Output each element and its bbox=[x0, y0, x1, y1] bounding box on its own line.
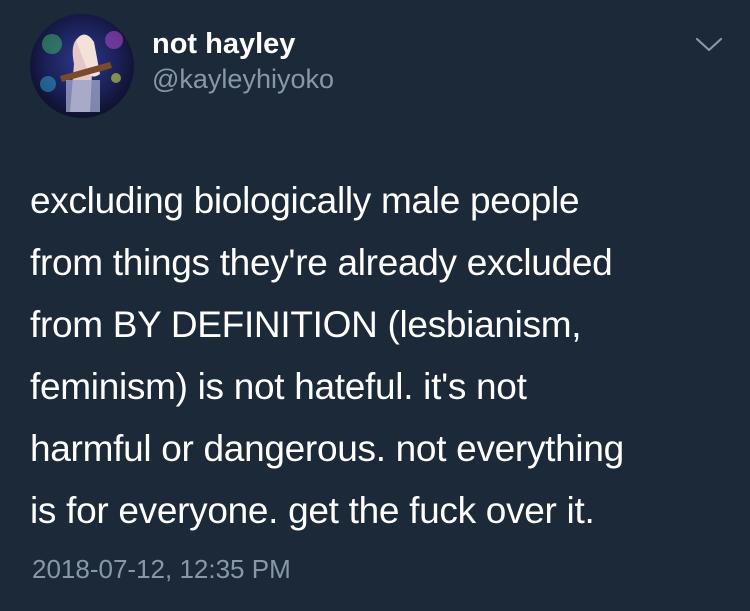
tweet-text-line: excluding biologically male people bbox=[30, 180, 580, 221]
tweet-header: not hayley @kayleyhiyoko bbox=[30, 14, 334, 118]
tweet-timestamp[interactable]: 2018-07-12, 12:35 PM bbox=[32, 553, 291, 585]
chevron-down-icon[interactable] bbox=[694, 34, 724, 54]
display-name[interactable]: not hayley bbox=[152, 26, 334, 62]
tweet-text-line: is for everyone. get the fuck over it. bbox=[30, 490, 595, 531]
author-names: not hayley @kayleyhiyoko bbox=[152, 26, 334, 96]
tweet-text-line: from things they're already excluded bbox=[30, 242, 613, 283]
tweet-card: not hayley @kayleyhiyoko excluding biolo… bbox=[0, 0, 750, 611]
avatar[interactable] bbox=[30, 14, 134, 118]
user-handle[interactable]: @kayleyhiyoko bbox=[152, 62, 334, 96]
tweet-text-line: harmful or dangerous. not everything bbox=[30, 428, 624, 469]
tweet-text: excluding biologically male people from … bbox=[30, 170, 720, 542]
avatar-photo-icon bbox=[30, 14, 134, 118]
tweet-text-line: from BY DEFINITION (lesbianism, bbox=[30, 304, 582, 345]
tweet-text-line: feminism) is not hateful. it's not bbox=[30, 366, 527, 407]
